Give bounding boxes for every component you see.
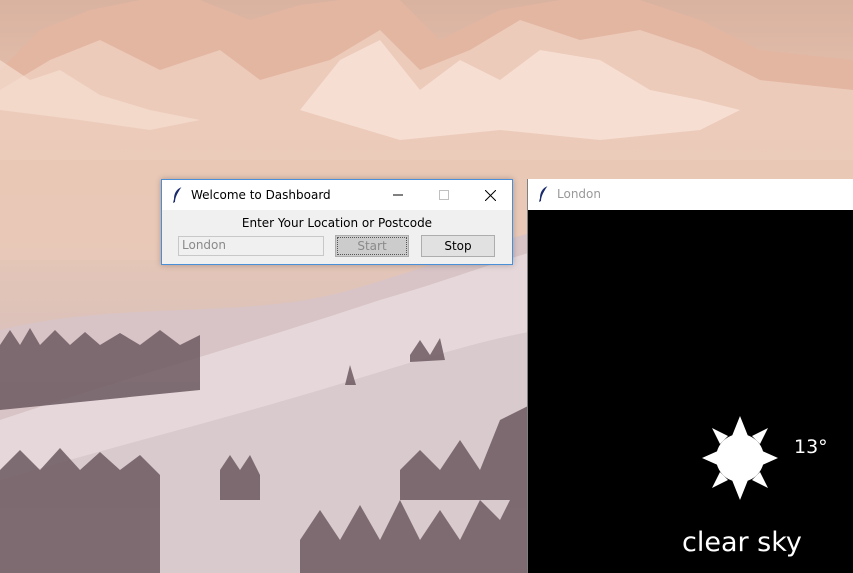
weather-titlebar[interactable]: London bbox=[528, 179, 853, 210]
minimize-button[interactable] bbox=[375, 180, 421, 210]
weather-window-title: London bbox=[557, 187, 601, 201]
weather-window: London 13° clear sky bbox=[527, 179, 853, 573]
temperature-label: 13° bbox=[794, 436, 828, 458]
stop-button[interactable]: Stop bbox=[421, 235, 495, 257]
maximize-icon bbox=[439, 190, 449, 200]
close-button[interactable] bbox=[467, 180, 513, 210]
tk-feather-icon bbox=[538, 185, 550, 202]
sun-icon bbox=[702, 416, 778, 500]
maximize-button[interactable] bbox=[421, 180, 467, 210]
location-prompt-label: Enter Your Location or Postcode bbox=[241, 216, 433, 230]
desktop: Welcome to Dashboard Enter Your Location… bbox=[0, 0, 853, 573]
tk-feather-icon bbox=[172, 186, 184, 203]
dashboard-window: Welcome to Dashboard Enter Your Location… bbox=[161, 179, 513, 265]
start-button[interactable]: Start bbox=[335, 235, 409, 257]
close-icon bbox=[484, 189, 496, 201]
weather-description: clear sky bbox=[682, 527, 802, 558]
dashboard-window-title: Welcome to Dashboard bbox=[191, 188, 331, 202]
location-input[interactable]: London bbox=[178, 236, 324, 256]
minimize-icon bbox=[393, 194, 403, 196]
dashboard-titlebar[interactable]: Welcome to Dashboard bbox=[162, 180, 512, 210]
